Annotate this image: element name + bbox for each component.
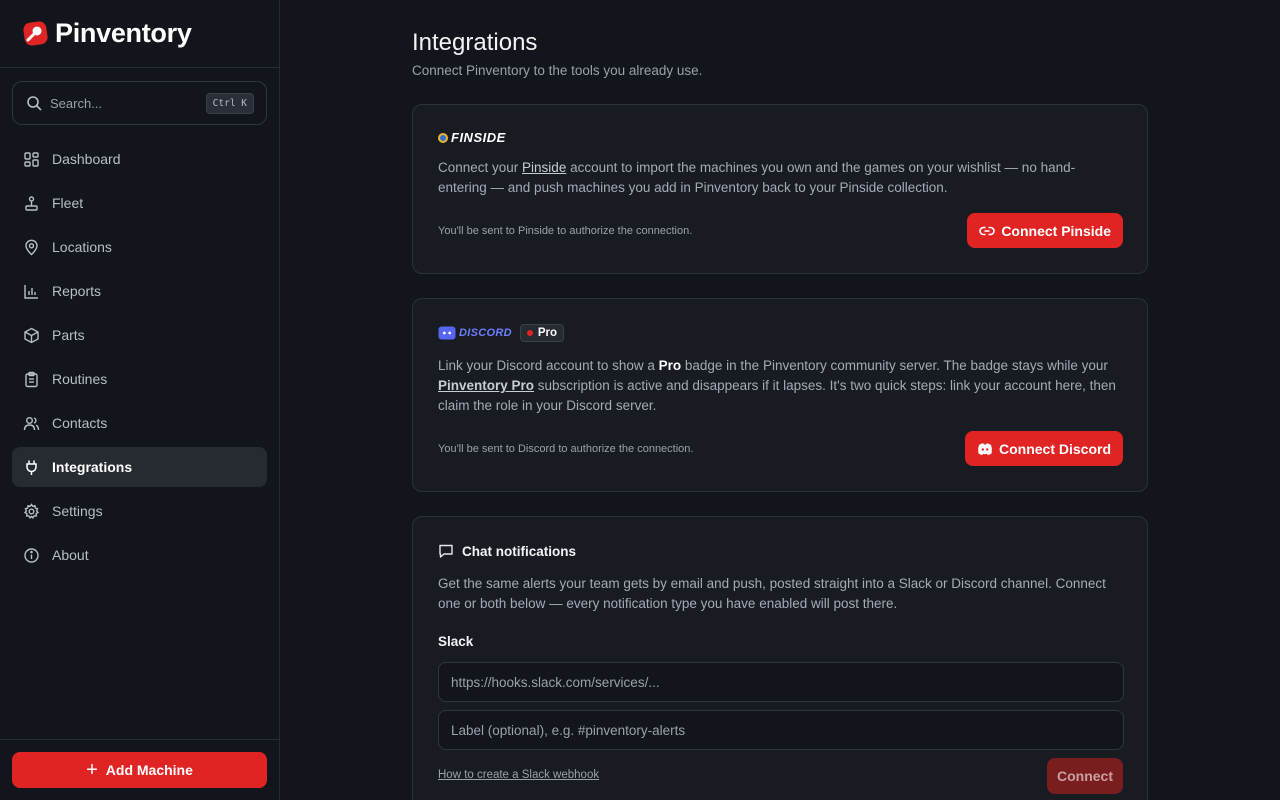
search-icon — [27, 96, 42, 111]
sidebar-item-settings[interactable]: Settings — [12, 491, 267, 531]
sidebar: Pinventory Search... Ctrl K Dashboard Fl… — [0, 0, 280, 800]
connect-discord-button[interactable]: Connect Discord — [964, 431, 1123, 466]
dashboard-icon — [24, 151, 39, 167]
page-subtitle: Connect Pinventory to the tools you alre… — [412, 63, 703, 78]
sidebar-item-label: Reports — [52, 283, 102, 299]
slack-label-placeholder: Label (optional), e.g. #pinventory-alert… — [451, 722, 686, 738]
discord-desc-bold: Pro — [658, 358, 682, 373]
pinside-note: You'll be sent to Pinside to authorize t… — [438, 225, 693, 237]
search-shortcut: Ctrl K — [205, 92, 254, 114]
sidebar-nav: Dashboard Fleet Locations Reports Parts — [12, 139, 267, 579]
discord-desc-1: Link your Discord account to show a — [438, 358, 659, 373]
sidebar-item-label: Fleet — [52, 195, 84, 211]
search-placeholder: Search... — [50, 95, 103, 111]
discord-desc-2: badge in the Pinventory community server… — [681, 358, 1108, 373]
slack-label: Slack — [438, 634, 474, 649]
sidebar-item-label: Dashboard — [52, 151, 121, 167]
pinventory-pro-link[interactable]: Pinventory Pro — [438, 378, 534, 393]
connect-discord-label: Connect Discord — [998, 440, 1111, 457]
discord-card: DISCORD Pro Link your Discord account to… — [412, 298, 1148, 492]
info-icon — [24, 547, 39, 563]
pro-dot-icon — [526, 330, 533, 336]
chat-title-text: Chat notifications — [462, 543, 576, 559]
add-machine-button[interactable]: + Add Machine — [12, 752, 267, 788]
users-icon — [23, 416, 40, 430]
link-icon — [979, 226, 996, 235]
search-input[interactable]: Search... Ctrl K — [12, 81, 267, 125]
brand[interactable]: Pinventory — [0, 0, 279, 68]
discord-icon — [978, 442, 992, 455]
gear-icon — [23, 502, 40, 519]
sidebar-item-label: Contacts — [52, 415, 108, 431]
add-machine-label: Add Machine — [105, 762, 193, 778]
discord-logo: DISCORD — [438, 326, 512, 340]
discord-description: Link your Discord account to show a Pro … — [438, 356, 1122, 416]
sidebar-item-parts[interactable]: Parts — [12, 315, 267, 355]
discord-logo-text: DISCORD — [459, 327, 512, 339]
clipboard-icon — [25, 371, 38, 387]
sidebar-item-label: About — [52, 547, 89, 563]
sidebar-item-label: Integrations — [52, 459, 133, 475]
slack-webhook-placeholder: https://hooks.slack.com/services/... — [451, 674, 660, 690]
sidebar-item-locations[interactable]: Locations — [12, 227, 267, 267]
plug-icon — [26, 460, 37, 475]
sidebar-item-fleet[interactable]: Fleet — [12, 183, 267, 223]
discord-desc-3: subscription is active and disappears if… — [438, 378, 1116, 413]
pinside-card: FINSIDE Connect your Pinside account to … — [412, 104, 1148, 274]
sidebar-item-reports[interactable]: Reports — [12, 271, 267, 311]
pinside-logo-text: FINSIDE — [451, 130, 506, 145]
slack-webhook-input[interactable]: https://hooks.slack.com/services/... — [438, 662, 1124, 702]
brand-name: Pinventory — [55, 18, 192, 48]
sidebar-item-contacts[interactable]: Contacts — [12, 403, 267, 443]
chat-notifications-card: Chat notifications Get the same alerts y… — [412, 516, 1148, 800]
plus-icon: + — [86, 759, 98, 781]
pinventory-logo-icon — [23, 21, 48, 46]
sidebar-item-label: Settings — [52, 503, 103, 519]
pinside-link[interactable]: Pinside — [522, 160, 566, 175]
pinside-logo: FINSIDE — [438, 130, 1122, 145]
sidebar-item-label: Locations — [52, 239, 112, 255]
sidebar-item-routines[interactable]: Routines — [12, 359, 267, 399]
page-title: Integrations — [412, 29, 538, 56]
sidebar-footer: + Add Machine — [0, 739, 280, 800]
pinside-logo-icon — [438, 132, 448, 143]
pinside-description: Connect your Pinside account to import t… — [438, 158, 1122, 198]
discord-note: You'll be sent to Discord to authorize t… — [438, 443, 694, 455]
map-pin-icon — [25, 239, 38, 255]
slack-connect-button[interactable]: Connect — [1047, 758, 1123, 794]
pro-badge-label: Pro — [537, 327, 557, 339]
sidebar-item-dashboard[interactable]: Dashboard — [12, 139, 267, 179]
connect-pinside-label: Connect Pinside — [1001, 222, 1111, 239]
chat-description: Get the same alerts your team gets by em… — [438, 576, 1106, 611]
connect-pinside-button[interactable]: Connect Pinside — [967, 213, 1123, 248]
sidebar-item-label: Parts — [52, 327, 85, 343]
pinside-desc-text: Connect your — [438, 160, 523, 175]
sidebar-item-integrations[interactable]: Integrations — [12, 447, 267, 487]
box-icon — [24, 327, 39, 343]
pro-badge: Pro — [519, 324, 564, 342]
bar-chart-icon — [24, 284, 38, 299]
slack-webhook-help-link[interactable]: How to create a Slack webhook — [438, 769, 599, 781]
chat-notifications-title: Chat notifications — [438, 543, 1122, 559]
slack-label-input[interactable]: Label (optional), e.g. #pinventory-alert… — [438, 710, 1124, 750]
sidebar-item-label: Routines — [52, 371, 108, 387]
discord-icon — [438, 326, 456, 340]
sidebar-item-about[interactable]: About — [12, 535, 267, 575]
joystick-icon — [25, 195, 38, 211]
message-icon — [439, 544, 453, 558]
